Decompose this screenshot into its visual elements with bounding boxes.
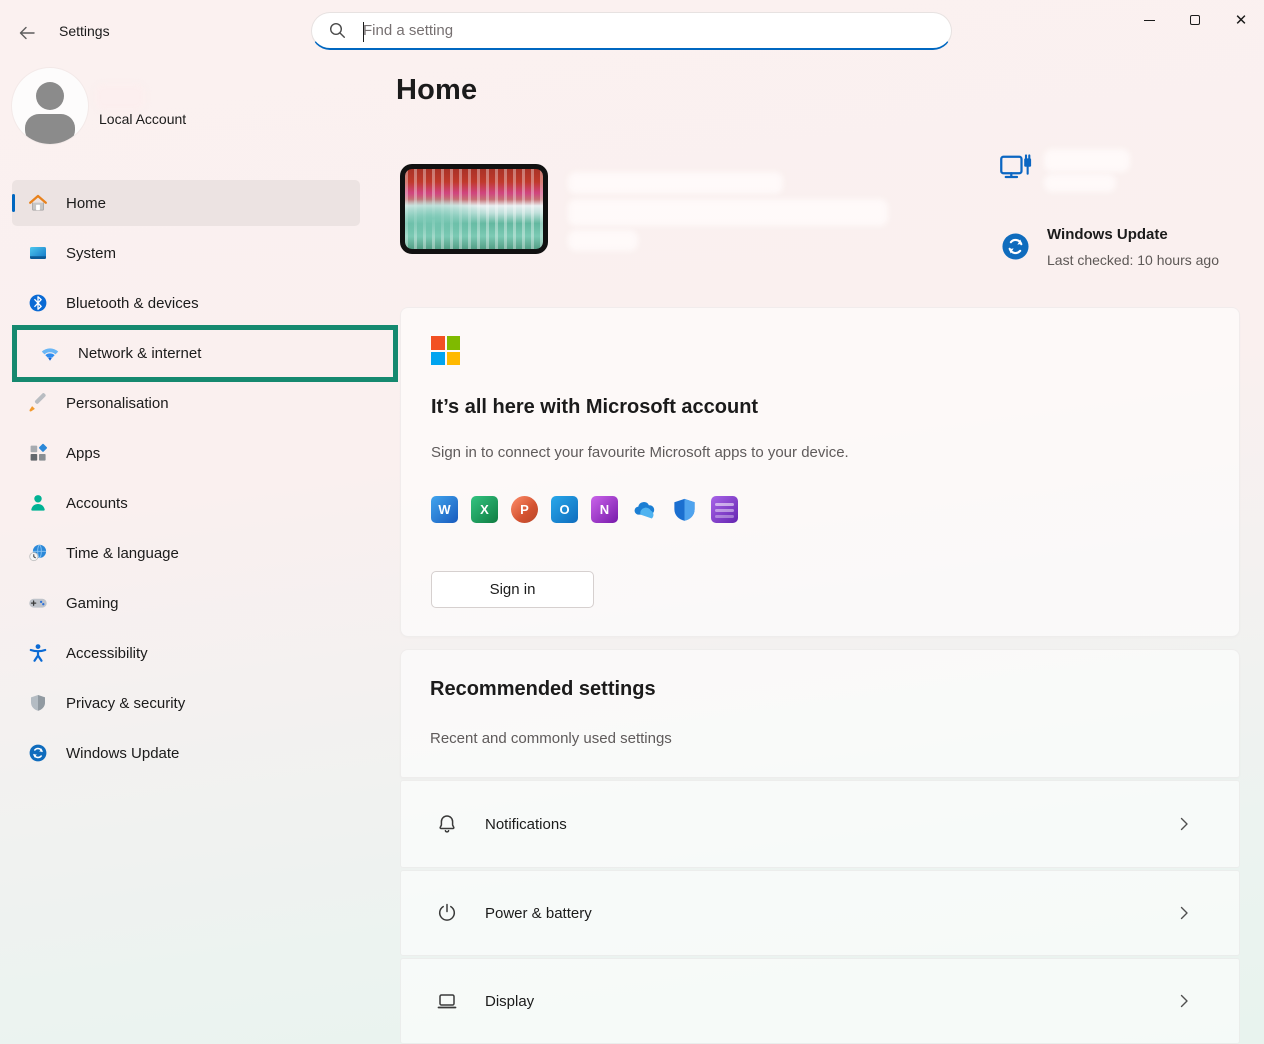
- recommended-settings-card: Recommended settings Recent and commonly…: [400, 649, 1240, 778]
- personalisation-icon: [28, 393, 48, 413]
- sidebar-item-label: Accessibility: [66, 645, 148, 662]
- bluetooth-icon: [28, 293, 48, 313]
- windows-update-title: Windows Update: [1047, 226, 1168, 243]
- microsoft-logo-icon: [431, 336, 460, 365]
- microsoft365-icon: [711, 496, 738, 523]
- redacted-network-type: [1044, 174, 1116, 192]
- sidebar-item-accessibility[interactable]: Accessibility: [12, 630, 360, 676]
- sidebar-item-label: Windows Update: [66, 745, 179, 762]
- wifi-icon: [40, 343, 60, 363]
- word-icon: W: [431, 496, 458, 523]
- chevron-right-icon: [1177, 817, 1191, 831]
- microsoft-apps-row: W X P O N: [431, 496, 738, 523]
- onedrive-icon: [631, 496, 658, 523]
- ethernet-monitor-icon: [999, 150, 1035, 186]
- back-arrow-icon: [19, 26, 35, 40]
- sync-icon: [1001, 232, 1030, 261]
- sidebar-item-windows-update[interactable]: Windows Update: [12, 730, 360, 776]
- sidebar-item-label: Privacy & security: [66, 695, 185, 712]
- redacted-device-spec: [568, 199, 888, 226]
- row-label: Power & battery: [485, 905, 592, 922]
- apps-icon: [28, 443, 48, 463]
- gaming-icon: [28, 593, 48, 613]
- sidebar-item-label: System: [66, 245, 116, 262]
- avatar-person-icon: [36, 82, 64, 110]
- redacted-network-name: [1044, 149, 1130, 172]
- sidebar-item-home[interactable]: Home: [12, 180, 360, 226]
- text-caret: [363, 22, 364, 42]
- outlook-icon: O: [551, 496, 578, 523]
- sign-in-button[interactable]: Sign in: [431, 571, 594, 608]
- system-icon: [28, 243, 48, 263]
- home-icon: [28, 193, 48, 213]
- windows-update-icon: [28, 743, 48, 763]
- account-card-title: It’s all here with Microsoft account: [431, 396, 758, 419]
- sidebar-item-label: Time & language: [66, 545, 179, 562]
- row-label: Notifications: [485, 816, 567, 833]
- excel-icon: X: [471, 496, 498, 523]
- sidebar-item-system[interactable]: System: [12, 230, 360, 276]
- network-status[interactable]: [999, 150, 1035, 191]
- sidebar-item-time-language[interactable]: Time & language: [12, 530, 360, 576]
- recommended-title: Recommended settings: [430, 678, 656, 701]
- bell-icon: [435, 812, 459, 836]
- app-title: Settings: [59, 23, 110, 39]
- redacted-device-name: [568, 172, 783, 194]
- sidebar-item-label: Home: [66, 195, 106, 212]
- sidebar-item-gaming[interactable]: Gaming: [12, 580, 360, 626]
- sidebar-nav: Home System Bluetooth & devices Network …: [12, 180, 360, 780]
- powerpoint-icon: P: [511, 496, 538, 523]
- device-thumbnail: [400, 164, 548, 254]
- search-icon: [329, 22, 346, 39]
- minimize-icon: [1144, 20, 1155, 21]
- defender-icon: [671, 496, 698, 523]
- windows-update-status[interactable]: [1001, 232, 1030, 261]
- window-controls: ✕: [1126, 0, 1264, 40]
- time-language-icon: [28, 543, 48, 563]
- row-display[interactable]: Display: [400, 958, 1240, 1044]
- settings-window: Settings ✕ Local Account Home System: [0, 0, 1264, 1044]
- sidebar-item-label: Network & internet: [78, 345, 201, 362]
- sidebar-item-apps[interactable]: Apps: [12, 430, 360, 476]
- sidebar-item-privacy-security[interactable]: Privacy & security: [12, 680, 360, 726]
- power-icon: [435, 901, 459, 925]
- windows-update-subtitle: Last checked: 10 hours ago: [1047, 252, 1219, 268]
- sidebar-item-bluetooth-devices[interactable]: Bluetooth & devices: [12, 280, 360, 326]
- maximize-icon: [1190, 15, 1200, 25]
- display-icon: [435, 989, 459, 1013]
- chevron-right-icon: [1177, 906, 1191, 920]
- back-button[interactable]: [10, 20, 44, 46]
- privacy-icon: [28, 693, 48, 713]
- account-card-subtitle: Sign in to connect your favourite Micros…: [431, 444, 849, 461]
- accessibility-icon: [28, 643, 48, 663]
- onenote-icon: N: [591, 496, 618, 523]
- search-input[interactable]: [346, 22, 951, 39]
- sidebar-item-label: Gaming: [66, 595, 119, 612]
- minimize-button[interactable]: [1126, 0, 1172, 40]
- sidebar-item-label: Apps: [66, 445, 100, 462]
- row-label: Display: [485, 993, 534, 1010]
- close-icon: ✕: [1235, 13, 1248, 28]
- page-title: Home: [396, 74, 477, 107]
- wallpaper-image: [405, 169, 543, 249]
- accounts-icon: [28, 493, 48, 513]
- account-name: Local Account: [99, 111, 186, 127]
- sidebar-item-label: Personalisation: [66, 395, 169, 412]
- row-power-battery[interactable]: Power & battery: [400, 870, 1240, 956]
- sidebar-item-personalisation[interactable]: Personalisation: [12, 380, 360, 426]
- sidebar-item-label: Bluetooth & devices: [66, 295, 199, 312]
- maximize-button[interactable]: [1172, 0, 1218, 40]
- microsoft-account-card: It’s all here with Microsoft account Sig…: [400, 307, 1240, 637]
- sidebar-item-label: Accounts: [66, 495, 128, 512]
- redacted-device-link: [568, 230, 638, 251]
- search-box[interactable]: [311, 12, 952, 50]
- avatar[interactable]: [12, 68, 88, 144]
- redacted-username: [95, 84, 145, 110]
- sidebar-item-network-internet[interactable]: Network & internet: [12, 330, 360, 376]
- chevron-right-icon: [1177, 994, 1191, 1008]
- sidebar-item-accounts[interactable]: Accounts: [12, 480, 360, 526]
- recommended-subtitle: Recent and commonly used settings: [430, 730, 672, 747]
- row-notifications[interactable]: Notifications: [400, 780, 1240, 868]
- close-button[interactable]: ✕: [1218, 0, 1264, 40]
